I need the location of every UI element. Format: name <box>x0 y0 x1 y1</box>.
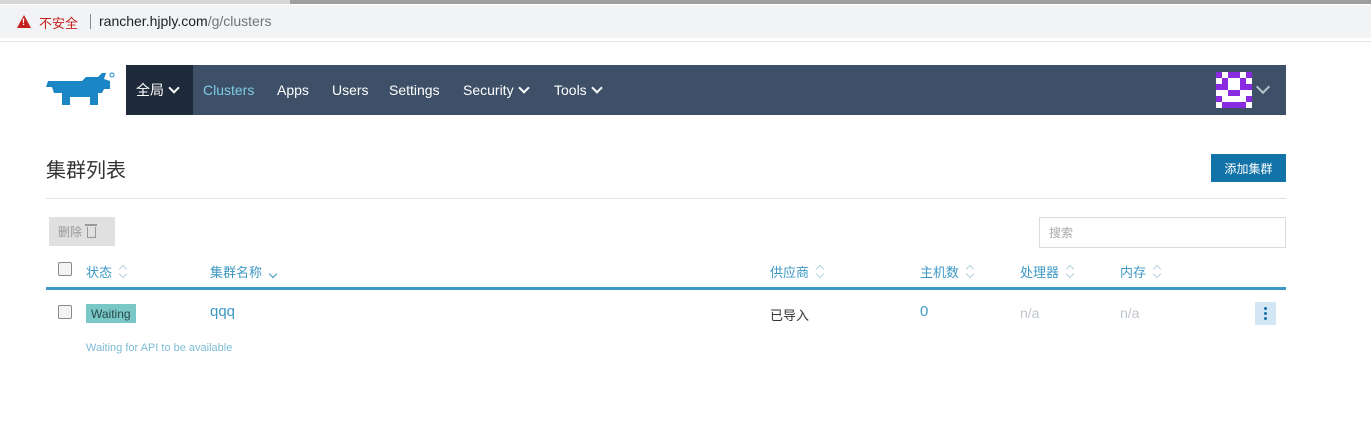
page-title: 集群列表 <box>46 158 126 182</box>
rancher-logo-icon[interactable] <box>44 71 116 109</box>
nav-apps-label: Apps <box>277 82 309 98</box>
column-label: 主机数 <box>920 266 960 281</box>
chevron-down-icon <box>168 81 180 94</box>
search-input[interactable] <box>1039 217 1286 248</box>
omnibox[interactable]: 不安全 rancher.hjply.com/g/clusters <box>0 5 1371 38</box>
chevron-down-icon[interactable] <box>1255 79 1271 95</box>
sort-icon <box>1153 266 1161 278</box>
table-header-divider <box>46 287 1286 290</box>
row-status-message: Waiting for API to be available <box>86 342 233 354</box>
column-label: 集群名称 <box>210 266 263 281</box>
divider <box>46 198 1286 199</box>
nav-clusters[interactable]: Clusters <box>203 65 254 115</box>
nav-apps[interactable]: Apps <box>277 65 309 115</box>
sort-icon <box>119 266 127 278</box>
sort-desc-icon <box>269 266 277 278</box>
column-header-nodes[interactable]: 主机数 <box>920 262 974 281</box>
url-text[interactable]: rancher.hjply.com/g/clusters <box>99 13 272 29</box>
nav-users-label: Users <box>332 82 369 98</box>
chevron-down-icon <box>591 81 603 94</box>
sort-icon <box>1066 266 1074 278</box>
sort-icon <box>966 266 974 278</box>
nav-tools[interactable]: Tools <box>554 65 603 115</box>
warning-icon <box>17 15 31 28</box>
divider <box>90 14 91 29</box>
column-label: 内存 <box>1120 266 1147 281</box>
user-avatar[interactable] <box>1216 72 1252 108</box>
nav-settings[interactable]: Settings <box>389 65 440 115</box>
memory-cell: n/a <box>1120 305 1140 321</box>
browser-address-bar: 不安全 rancher.hjply.com/g/clusters <box>0 0 1371 42</box>
cpu-cell: n/a <box>1020 305 1040 321</box>
delete-label: 删除 <box>58 225 83 239</box>
column-header-state[interactable]: 状态 <box>86 262 127 281</box>
column-header-memory[interactable]: 内存 <box>1120 262 1161 281</box>
global-scope-label: 全局 <box>136 83 164 99</box>
nodes-count-link[interactable]: 0 <box>920 303 928 320</box>
url-host: rancher.hjply.com <box>99 13 208 29</box>
select-all-checkbox[interactable] <box>58 262 72 276</box>
column-header-provider[interactable]: 供应商 <box>770 262 824 281</box>
sort-icon <box>816 266 824 278</box>
status-badge: Waiting <box>86 304 136 323</box>
nav-settings-label: Settings <box>389 82 440 98</box>
trash-icon <box>85 224 98 238</box>
browser-tab-strip <box>0 0 1371 4</box>
nav-tools-label: Tools <box>554 82 587 98</box>
column-label: 状态 <box>86 266 113 281</box>
column-header-cpu[interactable]: 处理器 <box>1020 262 1074 281</box>
url-path: /g/clusters <box>207 13 272 29</box>
nav-security-label: Security <box>463 82 514 98</box>
insecure-label[interactable]: 不安全 <box>39 13 78 32</box>
top-nav: 全局 Clusters Apps Users Settings Security… <box>126 65 1286 115</box>
cluster-name-link[interactable]: qqq <box>210 303 235 320</box>
provider-cell: 已导入 <box>770 309 810 324</box>
row-actions-menu-icon[interactable] <box>1255 302 1276 325</box>
global-scope-menu[interactable]: 全局 <box>126 65 193 115</box>
chevron-down-icon <box>517 81 530 94</box>
row-checkbox[interactable] <box>58 305 72 319</box>
column-label: 处理器 <box>1020 266 1060 281</box>
add-cluster-button[interactable]: 添加集群 <box>1211 154 1286 182</box>
column-label: 供应商 <box>770 266 810 281</box>
nav-security[interactable]: Security <box>463 65 530 115</box>
nav-users[interactable]: Users <box>332 65 369 115</box>
nav-clusters-label: Clusters <box>203 82 255 98</box>
column-header-name[interactable]: 集群名称 <box>210 262 277 281</box>
delete-button[interactable]: 删除 <box>49 217 115 246</box>
